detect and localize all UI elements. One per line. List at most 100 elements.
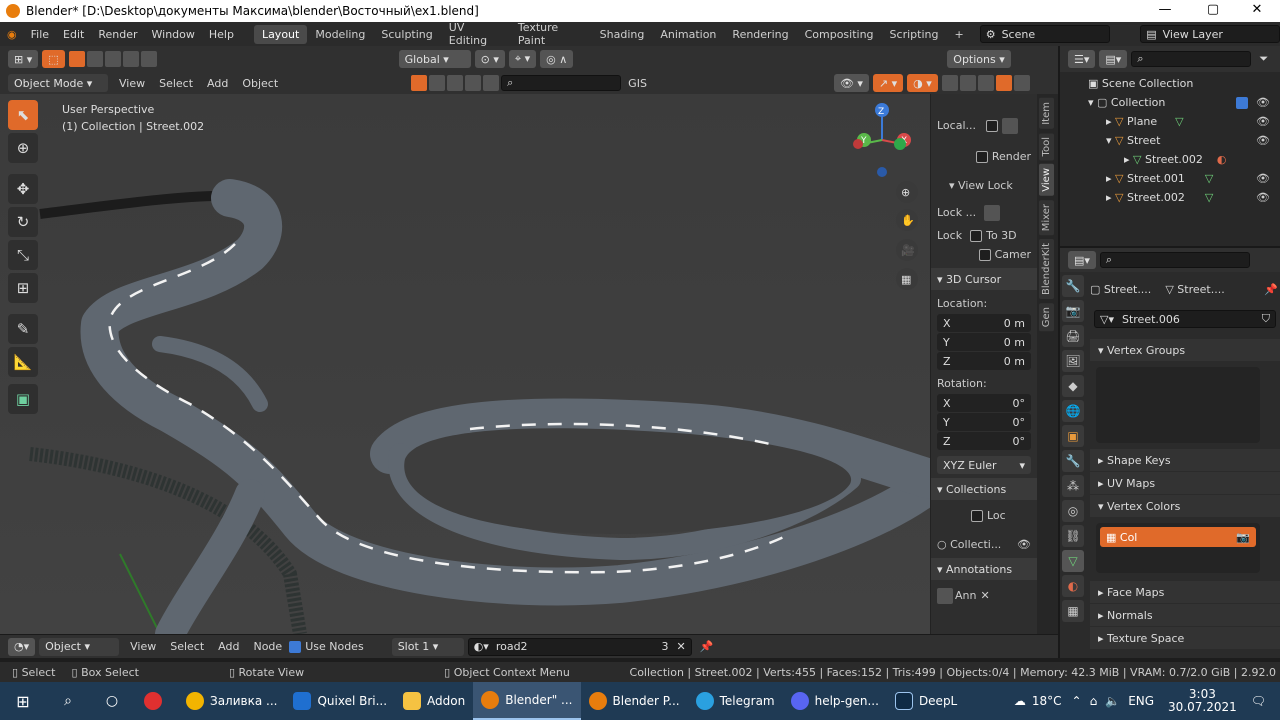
select-tool-icon[interactable]: ⬚ [42,50,65,68]
taskbar-item-deepl[interactable]: DeepL [887,682,965,720]
outliner-scene-collection[interactable]: ▣ Scene Collection [1060,74,1280,93]
properties-editor-icon[interactable]: ▤▾ [1068,251,1096,269]
outliner-row-street[interactable]: ▾ ▽ Street 👁 [1060,131,1280,150]
collection-include-checkbox[interactable] [1236,96,1248,109]
taskbar-item-blender-p[interactable]: Blender P... [581,682,688,720]
menu-file[interactable]: File [24,28,56,41]
lock-to3d-checkbox[interactable] [970,229,983,242]
tab-blenderkit[interactable]: BlenderKit [1039,239,1054,300]
cursor-rotation-z[interactable]: Z 0° [937,432,1031,450]
modifier-props-icon[interactable]: 🔧 [1062,450,1084,472]
select-mode-new-icon[interactable] [68,51,85,67]
select-mode-extend-icon[interactable] [86,51,103,67]
cursor-location-x[interactable]: X0 m [937,314,1031,332]
vertex-colors-header[interactable]: ▾ Vertex Colors [1090,495,1280,517]
pin-icon[interactable]: 📌 [1264,283,1278,296]
rotate-tool-icon[interactable]: ↻ [8,207,38,237]
street-001-eye-icon[interactable]: 👁 [1256,172,1270,185]
maximize-button[interactable]: ▢ [1190,0,1236,22]
snap-icon[interactable]: ⌖ ▾ [508,50,537,68]
taskbar-item-blender[interactable]: Blender" ... [473,682,581,720]
shading-solid-icon[interactable] [977,75,994,91]
tab-gen[interactable]: Gen [1039,303,1054,332]
physics-props-icon[interactable]: ◎ [1062,500,1084,522]
hdr-icon[interactable] [465,75,482,91]
xray-icon[interactable] [941,75,958,91]
tray-chevron-icon[interactable]: ⌃ [1072,694,1082,708]
data-props-icon[interactable]: ▽ [1062,550,1084,572]
annotate-tool-icon[interactable]: ✎ [8,314,38,344]
viewport-menu-select[interactable]: Select [152,77,200,90]
vertex-colors-list[interactable]: ▦ Col 📷 [1096,523,1260,573]
pin-icon[interactable]: 📌 [700,640,714,653]
local-picker-icon[interactable] [1002,117,1018,134]
material-field[interactable]: ◐▾ road2 3 ✕ [467,637,692,656]
pan-hand-icon[interactable]: ✋ [901,214,915,227]
render-checkbox[interactable] [975,150,988,163]
bottom-object-dropdown[interactable]: Object ▾ [39,637,120,656]
view-lock-header[interactable]: ▾ View Lock [931,176,1037,195]
taskbar-item-discord[interactable]: help-gen... [783,682,887,720]
properties-search-input[interactable]: ⌕ [1099,252,1250,268]
shading-wireframe-icon[interactable] [959,75,976,91]
viewport-menu-add[interactable]: Add [200,77,235,90]
add-workspace-icon[interactable]: + [946,25,971,44]
network-icon[interactable]: ⌂ [1090,694,1098,708]
fake-user-icon[interactable]: ⛉ [1262,312,1270,326]
blenderkit-icon[interactable] [411,75,428,91]
particles-props-icon[interactable]: ⁂ [1062,475,1084,497]
tab-sculpting[interactable]: Sculpting [373,25,440,44]
view-layer-props-icon[interactable]: 🖼 [1062,350,1084,372]
taskbar-item-quixel[interactable]: Quixel Bri... [285,682,395,720]
camera-view-icon[interactable]: 🎥 [901,244,915,257]
select-box-tool-icon[interactable]: ⬉ [8,100,38,130]
annotation-icon[interactable] [937,587,953,604]
transform-orientation-dropdown[interactable]: Global ▾ [398,50,471,68]
weather-temp[interactable]: 18°C [1032,694,1062,708]
face-maps-header[interactable]: ▸ Face Maps [1090,581,1280,603]
blender-logo-icon[interactable]: ◉ [0,28,24,41]
tab-scripting[interactable]: Scripting [882,25,947,44]
shading-rendered-icon[interactable] [1013,75,1030,91]
material-props-icon[interactable]: ◐ [1062,575,1084,597]
outliner-row-plane[interactable]: ▸ ▽ Plane ▽ 👁 [1060,112,1280,131]
menu-render[interactable]: Render [91,28,144,41]
bottom-menu-select[interactable]: Select [163,640,211,653]
outliner-row-street-001[interactable]: ▸ ▽ Street.001 ▽ 👁 [1060,169,1280,188]
close-button[interactable]: ✕ [1234,0,1280,22]
uv-maps-header[interactable]: ▸ UV Maps [1090,472,1280,494]
use-nodes-checkbox[interactable] [289,640,302,653]
task-view-icon[interactable]: ○ [90,682,134,720]
gizmo-toggle-icon[interactable]: ↗ ▾ [872,74,904,92]
outliner-row-street-002-data[interactable]: ▸ ▽ Street.002 ◐ [1060,150,1280,169]
collection-eye-icon[interactable]: 👁 [1256,96,1270,109]
outliner-search-input[interactable]: ⌕ [1131,51,1252,67]
output-props-icon[interactable]: 🖨 [1062,325,1084,347]
vertex-groups-header[interactable]: ▾ Vertex Groups [1090,339,1280,361]
vertex-color-item[interactable]: ▦ Col 📷 [1100,527,1256,547]
scene-icon[interactable] [483,75,500,91]
select-mode-intersect-icon[interactable] [140,51,157,67]
lock-object-field[interactable] [984,204,1001,221]
normals-header[interactable]: ▸ Normals [1090,604,1280,626]
ortho-grid-icon[interactable]: ▦ [901,273,911,286]
blenderkit-search-input[interactable]: ⌕ [501,75,622,91]
texture-space-header[interactable]: ▸ Texture Space [1090,627,1280,649]
annotation-delete-icon[interactable]: ✕ [980,589,989,602]
visibility-icon[interactable]: 👁 ▾ [833,74,869,92]
search-icon[interactable]: ⌕ [46,682,90,720]
bottom-editor-type-icon[interactable]: ◔▾ [8,637,36,656]
plane-eye-icon[interactable]: 👁 [1256,115,1270,128]
taskbar-item-chrome[interactable]: Заливка ... [178,682,285,720]
tab-tool[interactable]: Tool [1039,132,1054,161]
zoom-icon[interactable]: ⊕ [901,186,910,199]
tab-compositing[interactable]: Compositing [797,25,882,44]
measure-tool-icon[interactable]: 📐 [8,347,38,377]
scene-props-icon[interactable]: ◆ [1062,375,1084,397]
move-tool-icon[interactable]: ✥ [8,174,38,204]
constraints-props-icon[interactable]: ⛓ [1062,525,1084,547]
mode-dropdown[interactable]: Object Mode ▾ [8,74,108,92]
transform-tool-icon[interactable]: ⊞ [8,273,38,303]
lock-camera-checkbox[interactable] [979,248,991,261]
annotations-panel-header[interactable]: ▾ Annotations [931,558,1037,580]
